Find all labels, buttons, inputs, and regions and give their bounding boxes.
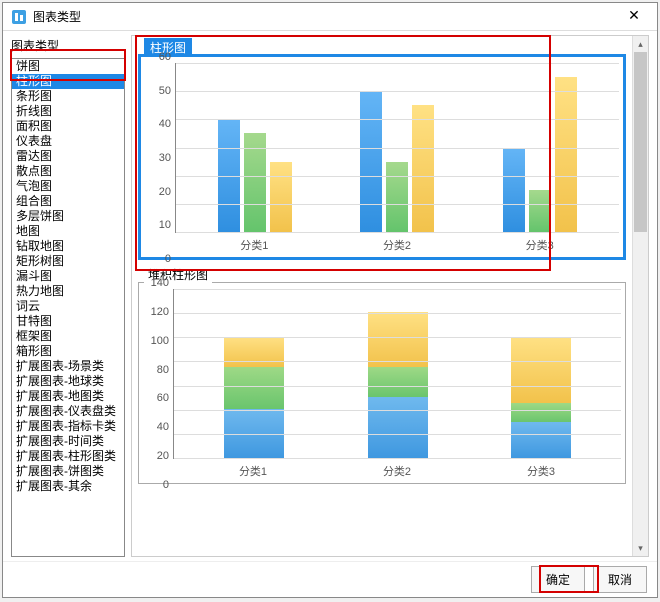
y-tick: 60 — [159, 51, 171, 63]
dialog-title: 图表类型 — [33, 8, 619, 25]
y-tick: 10 — [159, 219, 171, 231]
sidebar-item[interactable]: 框架图 — [12, 329, 124, 344]
chart-preview[interactable]: 堆积柱形图020406080100120140分类1分类2分类3 — [134, 274, 630, 488]
app-icon — [11, 9, 27, 25]
sidebar-item[interactable]: 扩展图表-地球类 — [12, 374, 124, 389]
preview-scroll[interactable]: 柱形图0102030405060分类1分类2分类3堆积柱形图0204060801… — [132, 36, 632, 556]
sidebar-item[interactable]: 雷达图 — [12, 149, 124, 164]
y-tick: 120 — [151, 306, 169, 318]
sidebar-item[interactable]: 扩展图表-场景类 — [12, 359, 124, 374]
y-tick: 20 — [159, 186, 171, 198]
sidebar-title: 图表类型 — [11, 35, 125, 58]
sidebar-item[interactable]: 箱形图 — [12, 344, 124, 359]
x-tick: 分类1 — [183, 237, 326, 253]
chart-type-list[interactable]: 饼图柱形图条形图折线图面积图仪表盘雷达图散点图气泡图组合图多层饼图地图钻取地图矩… — [11, 58, 125, 557]
scrollbar-thumb[interactable] — [634, 52, 647, 232]
x-tick: 分类3 — [469, 463, 613, 479]
sidebar-item[interactable]: 多层饼图 — [12, 209, 124, 224]
sidebar-item[interactable]: 扩展图表-饼图类 — [12, 464, 124, 479]
sidebar-item[interactable]: 漏斗图 — [12, 269, 124, 284]
cancel-button[interactable]: 取消 — [593, 566, 647, 593]
y-tick: 140 — [151, 277, 169, 289]
sidebar-item[interactable]: 热力地图 — [12, 284, 124, 299]
sidebar-item[interactable]: 扩展图表-指标卡类 — [12, 419, 124, 434]
scrollbar[interactable]: ▴ ▾ — [632, 36, 648, 556]
sidebar-item[interactable]: 条形图 — [12, 89, 124, 104]
x-tick: 分类3 — [468, 237, 611, 253]
sidebar-item[interactable]: 面积图 — [12, 119, 124, 134]
x-tick: 分类1 — [181, 463, 325, 479]
sidebar-item[interactable]: 柱形图 — [12, 74, 124, 89]
close-icon[interactable]: ✕ — [619, 7, 649, 27]
preview-area: 柱形图0102030405060分类1分类2分类3堆积柱形图0204060801… — [131, 35, 649, 557]
sidebar-item[interactable]: 扩展图表-地图类 — [12, 389, 124, 404]
x-tick: 分类2 — [326, 237, 469, 253]
sidebar-item[interactable]: 词云 — [12, 299, 124, 314]
sidebar-item[interactable]: 组合图 — [12, 194, 124, 209]
sidebar-item[interactable]: 扩展图表-其余 — [12, 479, 124, 494]
y-tick: 30 — [159, 152, 171, 164]
sidebar-item[interactable]: 折线图 — [12, 104, 124, 119]
y-tick: 100 — [151, 335, 169, 347]
y-tick: 60 — [157, 392, 169, 404]
sidebar-item[interactable]: 仪表盘 — [12, 134, 124, 149]
x-tick: 分类2 — [325, 463, 469, 479]
titlebar: 图表类型 ✕ — [3, 3, 657, 31]
sidebar-item[interactable]: 扩展图表-柱形图类 — [12, 449, 124, 464]
y-tick: 0 — [163, 479, 169, 491]
sidebar-item[interactable]: 矩形树图 — [12, 254, 124, 269]
sidebar: 图表类型 饼图柱形图条形图折线图面积图仪表盘雷达图散点图气泡图组合图多层饼图地图… — [11, 35, 125, 557]
dialog-footer: 确定 取消 — [3, 561, 657, 597]
chart-type-dialog: 图表类型 ✕ 图表类型 饼图柱形图条形图折线图面积图仪表盘雷达图散点图气泡图组合… — [2, 2, 658, 598]
y-tick: 40 — [159, 118, 171, 130]
sidebar-item[interactable]: 甘特图 — [12, 314, 124, 329]
chart-preview[interactable]: 柱形图0102030405060分类1分类2分类3 — [134, 46, 630, 264]
sidebar-item[interactable]: 散点图 — [12, 164, 124, 179]
y-tick: 80 — [157, 364, 169, 376]
sidebar-item[interactable]: 气泡图 — [12, 179, 124, 194]
scroll-up-icon[interactable]: ▴ — [633, 36, 648, 52]
sidebar-item[interactable]: 钻取地图 — [12, 239, 124, 254]
sidebar-item[interactable]: 饼图 — [12, 59, 124, 74]
y-tick: 20 — [157, 450, 169, 462]
sidebar-item[interactable]: 地图 — [12, 224, 124, 239]
ok-button[interactable]: 确定 — [531, 566, 585, 593]
y-tick: 50 — [159, 85, 171, 97]
sidebar-item[interactable]: 扩展图表-时间类 — [12, 434, 124, 449]
dialog-content: 图表类型 饼图柱形图条形图折线图面积图仪表盘雷达图散点图气泡图组合图多层饼图地图… — [3, 31, 657, 561]
scroll-down-icon[interactable]: ▾ — [633, 540, 648, 556]
sidebar-item[interactable]: 扩展图表-仪表盘类 — [12, 404, 124, 419]
y-tick: 0 — [165, 253, 171, 265]
y-tick: 40 — [157, 421, 169, 433]
